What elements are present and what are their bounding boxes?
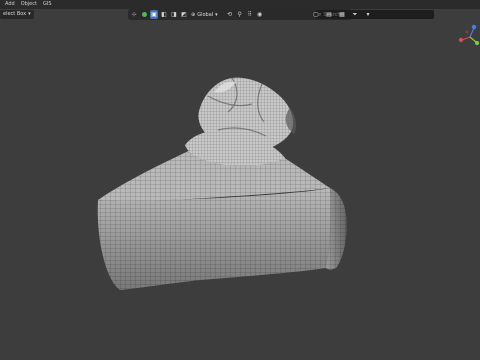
select-set-icon[interactable]: ▣ — [150, 10, 158, 19]
orientation-label: Global — [197, 11, 214, 18]
select-extend-icon[interactable]: ◧ — [160, 10, 168, 19]
select-box-label: elect Box — [3, 11, 27, 17]
chevron-down-icon: ▾ — [28, 11, 31, 17]
select-subtract-icon[interactable]: ◨ — [170, 10, 178, 19]
funnel-icon[interactable]: ⏷ — [351, 10, 359, 19]
header-right-tools: ▢ ▤ ▦ ⏷ ▾ — [310, 10, 372, 19]
viewport-header: elect Box ▾ ⊹ ▣ ◧ ◨ ◩ ⊕ Global ▾ ⟲ ⚲ ⠿ ◉… — [0, 9, 480, 21]
menubar: Add Object GIS — [0, 0, 480, 9]
chevron-down-icon: ▾ — [215, 11, 218, 18]
snap-target-icon[interactable]: ⠿ — [246, 10, 254, 19]
menu-object[interactable]: Object — [21, 0, 37, 9]
menu-add[interactable]: Add — [5, 0, 15, 9]
object-mode-icon[interactable] — [140, 10, 148, 19]
chevron-down-icon[interactable]: ▾ — [364, 10, 372, 19]
magnet-icon[interactable]: ⚲ — [236, 10, 244, 19]
orientation-icon: ⊕ — [191, 11, 196, 18]
layers-icon[interactable]: ▤ — [325, 10, 333, 19]
grid-icon[interactable]: ▦ — [338, 10, 346, 19]
cursor-icon[interactable]: ⊹ — [130, 10, 138, 19]
circle-dot-icon[interactable]: ◉ — [256, 10, 264, 19]
sculpt-model-cake-slice[interactable] — [0, 21, 480, 360]
transform-orientation-dropdown[interactable]: ⊕ Global ▾ — [191, 12, 218, 18]
overlay-icon[interactable]: ▢ — [312, 10, 320, 19]
select-box-dropdown[interactable]: elect Box ▾ — [0, 10, 34, 19]
pivot-point-icon[interactable]: ⟲ — [226, 10, 234, 19]
menu-gis[interactable]: GIS — [43, 0, 52, 9]
select-invert-icon[interactable]: ◩ — [180, 10, 188, 19]
3d-viewport[interactable] — [0, 21, 480, 360]
